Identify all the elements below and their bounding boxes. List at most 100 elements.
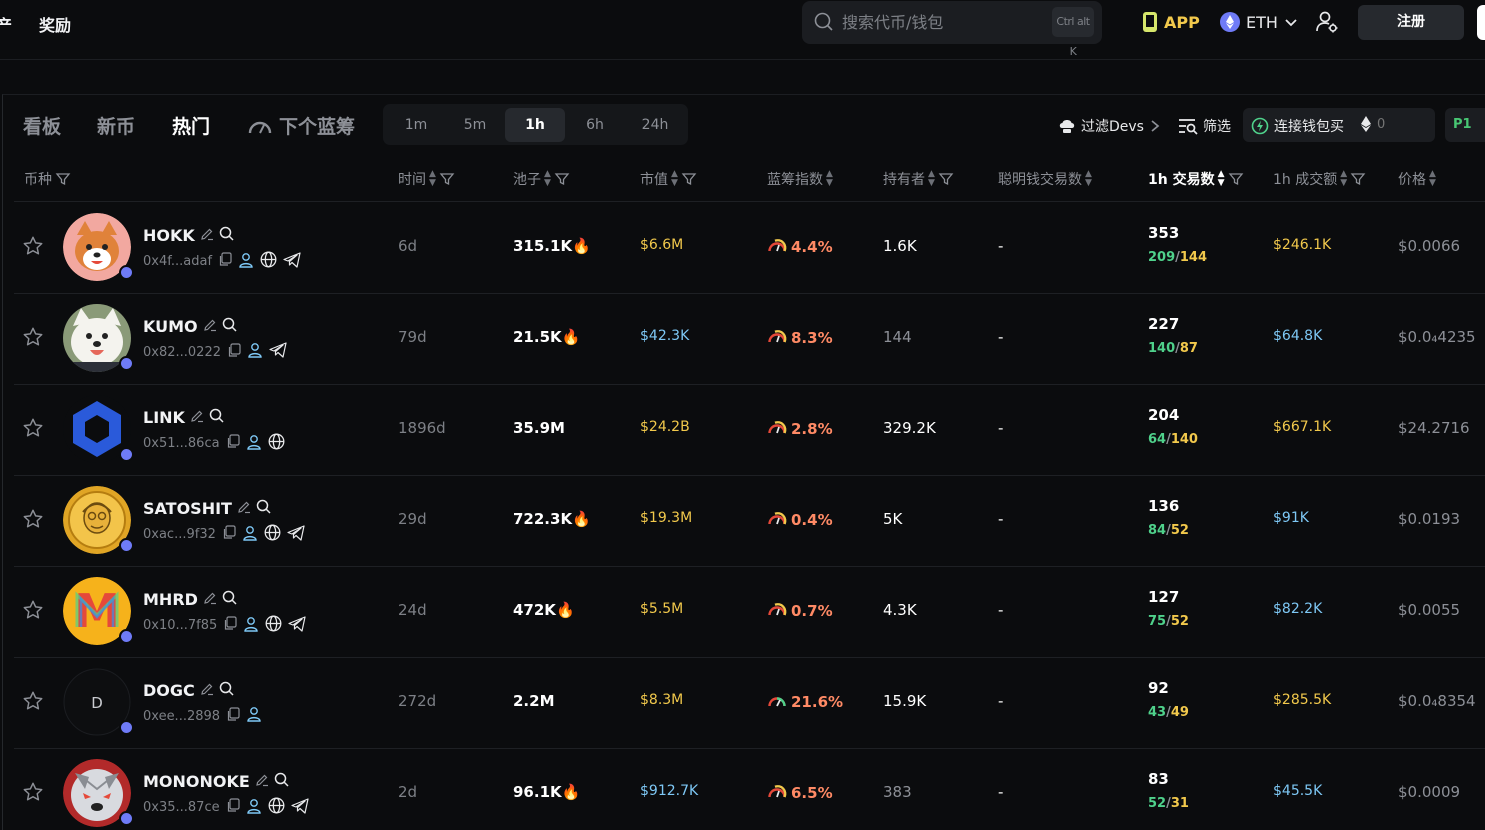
funnel-icon[interactable] xyxy=(1228,171,1244,187)
edit-pencil-icon[interactable] xyxy=(190,408,204,427)
funnel-icon[interactable] xyxy=(554,171,570,187)
search-box[interactable]: Ctrl alt K xyxy=(802,1,1102,58)
favorite-star-icon[interactable] xyxy=(22,326,44,352)
telegram-icon[interactable] xyxy=(269,342,287,362)
login-button[interactable] xyxy=(1477,5,1485,40)
copy-address-icon[interactable] xyxy=(223,616,237,635)
app-download-button[interactable]: APP xyxy=(1142,10,1200,34)
table-row[interactable]: HOKK 0x4f...adaf 6d 315.1K🔥 $6.6M 4.4% 1… xyxy=(14,202,1485,293)
range-1h[interactable]: 1h xyxy=(505,108,565,142)
telegram-icon[interactable] xyxy=(283,251,301,272)
favorite-star-icon[interactable] xyxy=(22,599,44,625)
tab-dashboard[interactable]: 看板 xyxy=(23,112,61,139)
edit-pencil-icon[interactable] xyxy=(255,772,269,791)
col-holders[interactable]: 持有者 ▲ ▼ xyxy=(883,169,954,189)
col-smart-money-tx[interactable]: 聪明钱交易数 ▲ ▼ xyxy=(998,169,1092,189)
search-token-icon[interactable] xyxy=(274,772,289,791)
range-6h[interactable]: 6h xyxy=(565,108,625,142)
search-input[interactable] xyxy=(842,7,1042,37)
telegram-icon[interactable] xyxy=(287,524,305,545)
col-bluechip[interactable]: 蓝筹指数 ▲ ▼ xyxy=(767,169,833,189)
filter-button[interactable]: 筛选 xyxy=(1178,116,1231,136)
search-token-icon[interactable] xyxy=(219,681,234,700)
favorite-star-icon[interactable] xyxy=(22,417,44,443)
col-tx-1h[interactable]: 1h 交易数 ▲ ▼ xyxy=(1148,169,1244,189)
copy-address-icon[interactable] xyxy=(222,525,236,544)
col-price[interactable]: 价格 ▲ ▼ xyxy=(1398,169,1436,189)
table-row[interactable]: KUMO 0x82...0222 79d 21.5K🔥 $42.3K 8.3% … xyxy=(14,293,1485,384)
copy-address-icon[interactable] xyxy=(226,798,240,817)
token-symbol[interactable]: LINK xyxy=(143,408,185,427)
search-token-icon[interactable] xyxy=(222,317,237,336)
holder-icon[interactable] xyxy=(243,616,259,636)
website-globe-icon[interactable] xyxy=(268,433,285,454)
edit-pencil-icon[interactable] xyxy=(237,499,251,518)
favorite-star-icon[interactable] xyxy=(22,235,44,261)
search-token-icon[interactable] xyxy=(256,499,271,518)
nav-assets-link[interactable]: 产 xyxy=(0,12,12,36)
chain-selector[interactable]: ETH xyxy=(1220,10,1298,34)
col-market-cap[interactable]: 市值 ▲ ▼ xyxy=(640,169,697,189)
user-settings-icon[interactable] xyxy=(1315,10,1339,38)
copy-address-icon[interactable] xyxy=(227,342,241,362)
search-token-icon[interactable] xyxy=(209,408,224,427)
token-symbol[interactable]: SATOSHIT xyxy=(143,499,232,518)
table-row[interactable]: SATOSHIT 0xac...9f32 29d 722.3K🔥 $19.3M … xyxy=(14,475,1485,566)
search-token-icon[interactable] xyxy=(222,590,237,609)
holder-icon[interactable] xyxy=(246,706,262,726)
edit-pencil-icon[interactable] xyxy=(200,681,214,700)
funnel-icon[interactable] xyxy=(1350,171,1366,187)
col-token[interactable]: 币种 xyxy=(24,169,71,189)
favorite-star-icon[interactable] xyxy=(22,508,44,534)
token-symbol[interactable]: DOGC xyxy=(143,681,195,700)
range-24h[interactable]: 24h xyxy=(625,108,685,142)
range-5m[interactable]: 5m xyxy=(445,108,505,142)
copy-address-icon[interactable] xyxy=(226,706,240,726)
signup-button[interactable]: 注册 xyxy=(1358,5,1464,40)
table-row[interactable]: M MHRD 0x10...7f85 24d 472K🔥 $5.5M 0.7% … xyxy=(14,566,1485,657)
preset-p1-button[interactable]: P1 xyxy=(1445,108,1485,142)
table-row[interactable]: MONONOKE 0x35...87ce 2d 96.1K🔥 $912.7K 6… xyxy=(14,748,1485,830)
buy-amount-input[interactable] xyxy=(1377,116,1427,132)
wallet-buy-box[interactable]: 连接钱包买 xyxy=(1243,108,1435,142)
website-globe-icon[interactable] xyxy=(264,524,281,545)
telegram-icon[interactable] xyxy=(288,615,306,636)
table-row[interactable]: LINK 0x51...86ca 1896d 35.9M $24.2B 2.8%… xyxy=(14,384,1485,475)
edit-pencil-icon[interactable] xyxy=(203,317,217,336)
col-pool[interactable]: 池子 ▲ ▼ xyxy=(513,169,570,189)
funnel-icon[interactable] xyxy=(55,171,71,187)
col-volume-1h[interactable]: 1h 成交额 ▲ ▼ xyxy=(1273,169,1366,189)
range-1m[interactable]: 1m xyxy=(386,108,446,142)
tab-trending[interactable]: 热门 xyxy=(172,112,210,139)
website-globe-icon[interactable] xyxy=(260,251,277,272)
edit-pencil-icon[interactable] xyxy=(203,590,217,609)
copy-address-icon[interactable] xyxy=(218,252,232,271)
favorite-star-icon[interactable] xyxy=(22,690,44,716)
website-globe-icon[interactable] xyxy=(265,615,282,636)
holder-icon[interactable] xyxy=(242,525,258,545)
tab-new-tokens[interactable]: 新币 xyxy=(97,112,135,139)
nav-rewards-link[interactable]: 奖励 xyxy=(39,12,71,36)
search-token-icon[interactable] xyxy=(219,226,234,245)
filter-devs-button[interactable]: 过滤Devs xyxy=(1058,116,1161,136)
holder-icon[interactable] xyxy=(246,798,262,818)
website-globe-icon[interactable] xyxy=(268,797,285,818)
telegram-icon[interactable] xyxy=(290,797,309,818)
token-symbol[interactable]: HOKK xyxy=(143,226,195,245)
funnel-icon[interactable] xyxy=(439,171,455,187)
token-symbol[interactable]: MONONOKE xyxy=(143,772,250,791)
holder-icon[interactable] xyxy=(247,342,263,362)
col-age[interactable]: 时间 ▲ ▼ xyxy=(398,169,455,189)
funnel-icon[interactable] xyxy=(681,171,697,187)
filter-devs-label: 过滤Devs xyxy=(1081,119,1144,135)
tab-next-bluechip[interactable]: 下个蓝筹 xyxy=(247,112,355,139)
edit-pencil-icon[interactable] xyxy=(200,226,214,245)
funnel-icon[interactable] xyxy=(938,171,954,187)
holder-icon[interactable] xyxy=(246,434,262,454)
favorite-star-icon[interactable] xyxy=(22,781,44,807)
holder-icon[interactable] xyxy=(238,252,254,272)
table-row[interactable]: D DOGC 0xee...2898 272d 2.2M $8.3M 21.6%… xyxy=(14,657,1485,748)
token-symbol[interactable]: KUMO xyxy=(143,317,198,336)
token-symbol[interactable]: MHRD xyxy=(143,590,198,609)
copy-address-icon[interactable] xyxy=(226,434,240,453)
